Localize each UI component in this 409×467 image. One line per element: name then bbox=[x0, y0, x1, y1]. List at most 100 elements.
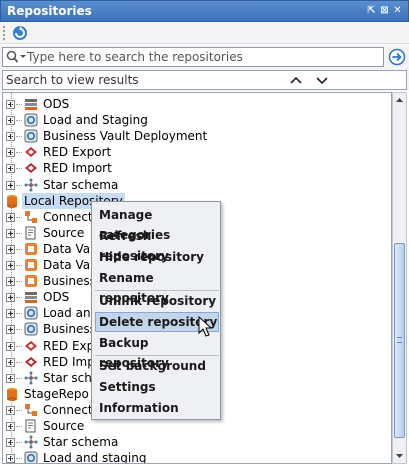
tree-node-label: StageRepo bbox=[24, 386, 89, 401]
source-icon bbox=[24, 419, 38, 433]
ods-icon bbox=[24, 97, 38, 111]
menu-item-hide-repository[interactable]: Hide repository bbox=[95, 247, 219, 267]
tree-node[interactable]: RED Import bbox=[3, 160, 391, 176]
tree-node-label: Source bbox=[43, 419, 85, 433]
tree-connector bbox=[16, 313, 22, 315]
tree-node-label: Load and staging bbox=[43, 451, 147, 464]
load-icon bbox=[24, 113, 38, 127]
view-results-field[interactable] bbox=[2, 70, 407, 90]
menu-item-set-background[interactable]: Set background bbox=[95, 356, 219, 376]
tree-node[interactable]: RED Export bbox=[3, 144, 391, 160]
tree-node[interactable]: Business Vault Deployment bbox=[3, 128, 391, 144]
tree-connector bbox=[16, 104, 22, 105]
panel-titlebar: Repositories ⇱ ⊠ ✕ bbox=[0, 0, 409, 22]
load-icon bbox=[24, 306, 38, 320]
tree-connector bbox=[16, 184, 22, 186]
tree-guide-line bbox=[11, 205, 12, 381]
scrollbar-thumb[interactable] bbox=[394, 243, 405, 438]
tree-node[interactable]: ODS bbox=[3, 96, 391, 112]
tree-connector bbox=[16, 409, 22, 411]
tree-node[interactable]: Star schema bbox=[3, 177, 391, 193]
menu-item-rename-repository[interactable]: Rename repository bbox=[95, 268, 219, 305]
close-icon[interactable]: ✕ bbox=[393, 3, 402, 19]
tree-node-label: Business bbox=[43, 274, 96, 289]
tree-connector bbox=[16, 361, 22, 363]
connection-icon bbox=[24, 210, 38, 224]
tree-guide-line bbox=[11, 399, 12, 459]
ods-icon bbox=[24, 290, 38, 304]
context-menu: Manage categories Refresh repository Hide … bbox=[91, 201, 221, 420]
tree-node-label: RED Export bbox=[43, 145, 112, 160]
tree-connector bbox=[16, 442, 22, 444]
tree-node-label: Load and Staging bbox=[43, 113, 148, 128]
minimize-icon[interactable]: ⊠ bbox=[380, 3, 389, 19]
float-icon[interactable]: ⇱ bbox=[367, 3, 376, 19]
tree-node-label: Star schema bbox=[43, 177, 119, 192]
tree-node-label: Connecti bbox=[43, 402, 96, 417]
star-schema-icon bbox=[24, 435, 38, 449]
red-import-icon bbox=[24, 355, 38, 369]
tree-connector bbox=[16, 329, 22, 331]
red-export-icon bbox=[24, 339, 38, 353]
tree-connector bbox=[16, 120, 22, 122]
tree-connector bbox=[16, 136, 22, 138]
connection-icon bbox=[24, 403, 38, 417]
search-icon bbox=[6, 50, 26, 63]
chevron-down-icon[interactable] bbox=[315, 74, 329, 86]
tree-connector bbox=[16, 216, 22, 218]
search-row bbox=[0, 45, 409, 69]
star-schema-icon bbox=[24, 371, 38, 385]
vertical-scrollbar[interactable] bbox=[392, 92, 407, 464]
menu-item-unlink-repository[interactable]: Unlink repository bbox=[95, 291, 219, 311]
tree-connector bbox=[16, 345, 22, 347]
tree-guide-line bbox=[11, 93, 12, 189]
refresh-icon[interactable] bbox=[11, 24, 29, 42]
tree-connector bbox=[16, 232, 22, 234]
scroll-down-icon[interactable] bbox=[393, 449, 406, 463]
tree-connector bbox=[16, 152, 22, 154]
menu-item-information[interactable]: Information bbox=[95, 398, 219, 418]
tree-connector bbox=[16, 458, 22, 460]
tree-node-label: Source bbox=[43, 225, 85, 240]
tree-connector bbox=[16, 297, 22, 299]
toolbar-grip[interactable] bbox=[3, 26, 5, 40]
panel-title: Repositories bbox=[7, 4, 92, 18]
source-icon bbox=[24, 226, 38, 240]
menu-item-refresh-repository[interactable]: Refresh repository bbox=[95, 226, 219, 263]
tree-node-label: RED Import bbox=[43, 161, 112, 176]
view-results-row bbox=[0, 69, 409, 91]
star-schema-icon bbox=[24, 178, 38, 192]
datavault-icon bbox=[24, 274, 38, 288]
menu-item-manage-categories[interactable]: Manage categories bbox=[95, 205, 219, 242]
tree-node[interactable]: Star schema bbox=[3, 434, 391, 450]
scrollbar-grip bbox=[397, 337, 402, 343]
tree-node-label: Star schema bbox=[43, 435, 119, 450]
title-controls: ⇱ ⊠ ✕ bbox=[367, 3, 402, 19]
tree-node[interactable]: Source bbox=[3, 418, 391, 434]
load-icon bbox=[24, 451, 38, 463]
load-icon bbox=[24, 129, 38, 143]
datavault-icon bbox=[24, 242, 38, 256]
scroll-up-icon[interactable] bbox=[393, 93, 406, 107]
tree-connector bbox=[16, 265, 22, 266]
tree-node[interactable]: Load and Staging bbox=[3, 112, 391, 128]
tree-node[interactable]: Load and staging bbox=[3, 450, 391, 464]
chevron-up-icon[interactable] bbox=[289, 74, 303, 86]
tree-connector bbox=[16, 281, 22, 283]
tree-node-label: Business bbox=[43, 322, 96, 337]
tree-connector bbox=[16, 168, 22, 170]
tree-node-label: Connecti bbox=[43, 209, 96, 224]
search-go-icon[interactable] bbox=[388, 48, 406, 66]
tree-node-label: Business Vault Deployment bbox=[43, 129, 208, 144]
search-input[interactable] bbox=[27, 49, 382, 65]
tree-node-label: ODS bbox=[43, 290, 70, 305]
datavault-icon bbox=[24, 258, 38, 272]
search-field[interactable] bbox=[2, 47, 384, 67]
tree-connector bbox=[16, 426, 22, 427]
load-icon bbox=[24, 322, 38, 336]
menu-item-settings[interactable]: Settings bbox=[95, 377, 219, 397]
view-results-input[interactable] bbox=[6, 72, 276, 88]
tree-node-label: Data Vau bbox=[43, 241, 98, 256]
tree-connector bbox=[16, 248, 22, 250]
tree-node-label: ODS bbox=[43, 97, 70, 111]
